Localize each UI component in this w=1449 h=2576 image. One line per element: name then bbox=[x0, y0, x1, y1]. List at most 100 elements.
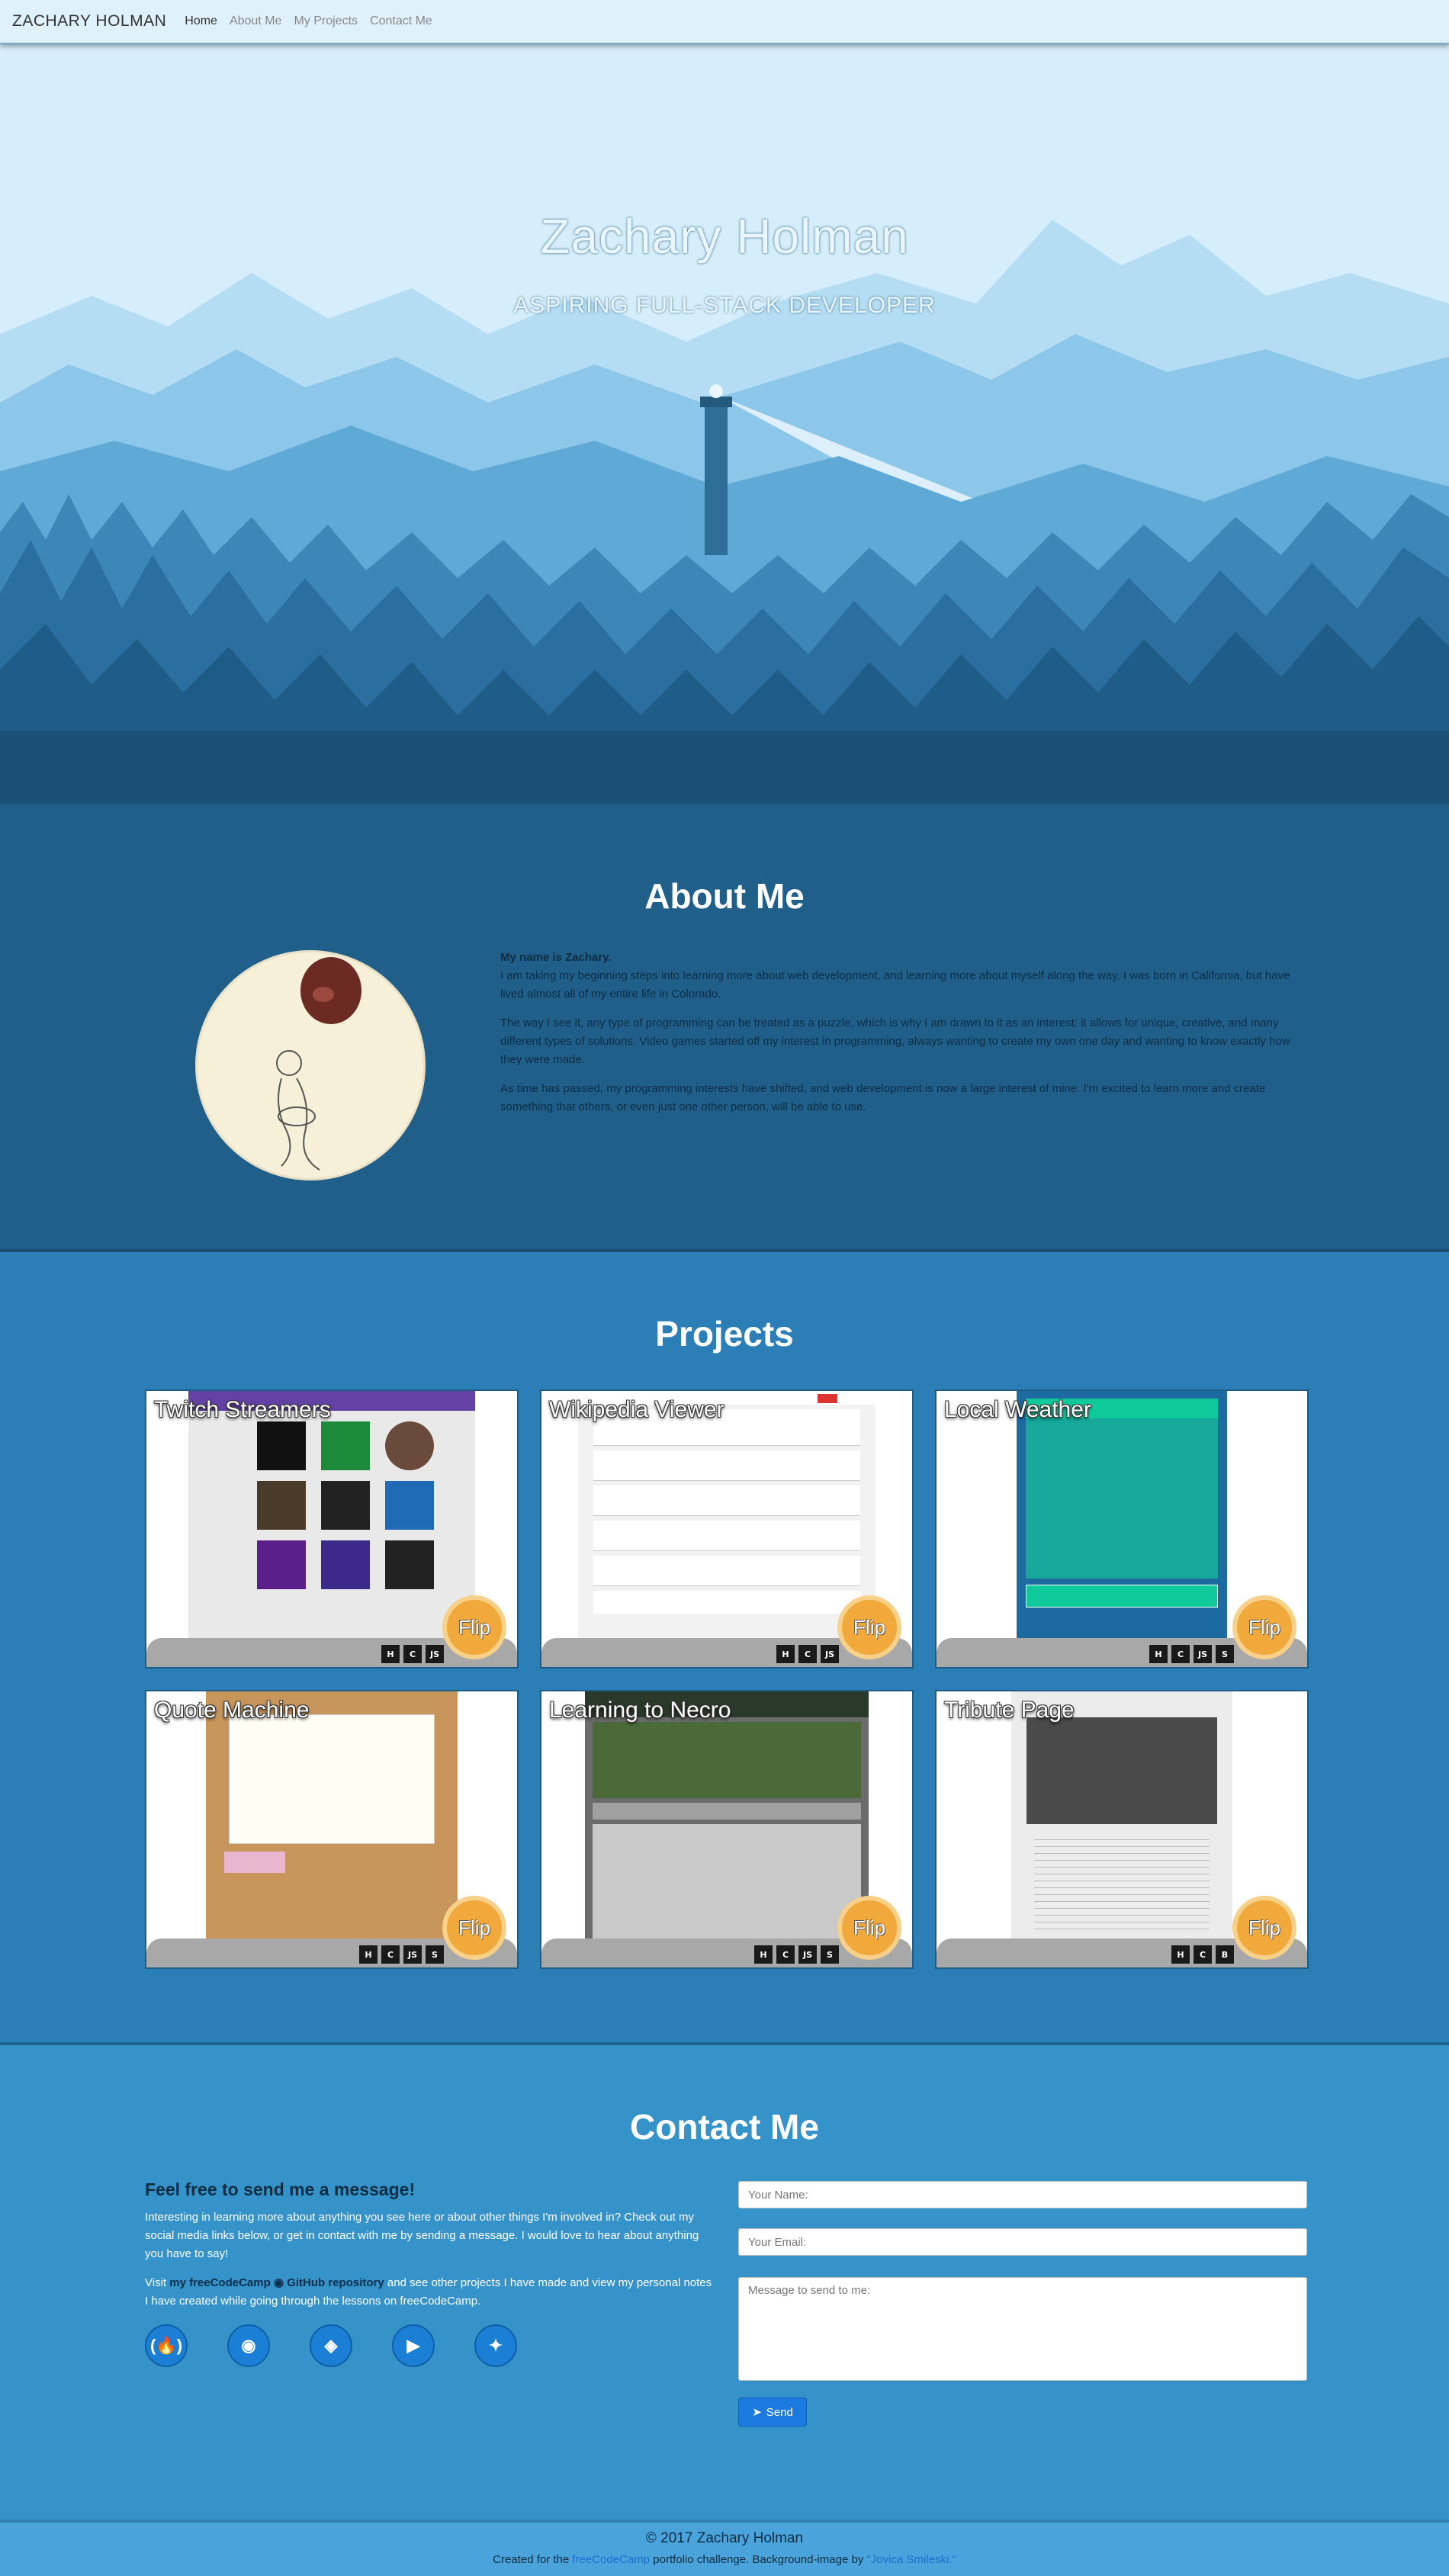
project-screenshot bbox=[585, 1691, 869, 1967]
css3-icon: C bbox=[381, 1945, 400, 1964]
social-links: (🔥) ◉ ◈ ▶ ✦ bbox=[145, 2324, 517, 2367]
github-icon[interactable]: ◉ bbox=[227, 2324, 270, 2367]
project-title: Learning to Necro bbox=[549, 1698, 731, 1723]
footer-credit-prefix: Created for the bbox=[493, 2553, 573, 2566]
footer-credit-mid: portfolio challenge. Background-image by bbox=[650, 2553, 867, 2566]
flip-button[interactable]: Flip bbox=[837, 1896, 901, 1960]
project-card-quote[interactable]: Quote Machine H C JS S Flip bbox=[145, 1690, 519, 1969]
sass-icon: S bbox=[1216, 1645, 1234, 1663]
projects-section: Projects Twitch Streamers H C JS Flip Wi… bbox=[0, 1252, 1449, 2045]
project-card-weather[interactable]: Local Weather H C JS S Flip bbox=[935, 1389, 1309, 1669]
javascript-icon: JS bbox=[403, 1945, 422, 1964]
footer-copyright: © 2017 Zachary Holman bbox=[645, 2530, 804, 2546]
about-para-2: The way I see it, any type of programmin… bbox=[500, 1017, 1290, 1066]
html5-icon: H bbox=[776, 1645, 795, 1663]
sass-icon: S bbox=[426, 1945, 444, 1964]
contact-para-1: Interesting in learning more about anyth… bbox=[145, 2211, 699, 2260]
youtube-icon[interactable]: ▶ bbox=[392, 2324, 435, 2367]
javascript-icon: JS bbox=[426, 1645, 444, 1663]
projects-heading: Projects bbox=[655, 1314, 794, 1354]
flip-button[interactable]: Flip bbox=[837, 1595, 901, 1659]
about-section: About Me My name is Zachary. I am taking … bbox=[0, 807, 1449, 1252]
footer: © 2017 Zachary Holman Created for the fr… bbox=[0, 2520, 1449, 2576]
about-para-1: I am taking my beginning steps into lear… bbox=[500, 969, 1290, 1001]
contact-section: Contact Me Feel free to send me a messag… bbox=[0, 2045, 1449, 2520]
project-title: Wikipedia Viewer bbox=[549, 1397, 724, 1422]
bootstrap-icon: B bbox=[1216, 1945, 1234, 1964]
html5-icon: H bbox=[381, 1645, 400, 1663]
send-button[interactable]: ➤ Send bbox=[738, 2398, 807, 2427]
tech-badges: H C B bbox=[1171, 1945, 1234, 1964]
about-heading: About Me bbox=[644, 876, 805, 916]
html5-icon: H bbox=[1171, 1945, 1190, 1964]
css3-icon: C bbox=[1171, 1645, 1190, 1663]
github-small-icon: ◉ bbox=[273, 2276, 284, 2289]
project-screenshot bbox=[578, 1391, 876, 1667]
flip-button[interactable]: Flip bbox=[1232, 1595, 1296, 1659]
footer-credit: Created for the freeCodeCamp portfolio c… bbox=[0, 2553, 1449, 2566]
about-text: My name is Zachary. I am taking my beginn… bbox=[500, 949, 1298, 1127]
hero-title: Zachary Holman bbox=[540, 209, 909, 264]
github-repo-link[interactable]: GitHub repository bbox=[287, 2276, 384, 2289]
name-field[interactable] bbox=[738, 2181, 1307, 2208]
project-title: Tribute Page bbox=[944, 1698, 1075, 1723]
send-icon: ➤ bbox=[752, 2406, 762, 2419]
javascript-icon: JS bbox=[798, 1945, 817, 1964]
twitter-icon[interactable]: ✦ bbox=[474, 2324, 517, 2367]
send-label: Send bbox=[766, 2405, 793, 2419]
project-title: Quote Machine bbox=[154, 1698, 310, 1723]
brand[interactable]: ZACHARY HOLMAN bbox=[12, 12, 166, 31]
hero-landscape-illustration bbox=[0, 220, 1449, 804]
hero-section: Zachary Holman ASPIRING FULL-STACK DEVEL… bbox=[0, 44, 1449, 807]
footer-artist-link[interactable]: "Jovica Smileski." bbox=[866, 2553, 956, 2566]
nav-home[interactable]: Home bbox=[185, 14, 217, 28]
about-name-line: My name is Zachary. bbox=[500, 951, 612, 964]
project-screenshot bbox=[206, 1691, 458, 1967]
project-title: Local Weather bbox=[944, 1397, 1091, 1422]
css3-icon: C bbox=[403, 1645, 422, 1663]
javascript-icon: JS bbox=[821, 1645, 839, 1663]
hero-subtitle: ASPIRING FULL-STACK DEVELOPER bbox=[513, 293, 936, 318]
avatar-illustration bbox=[276, 957, 361, 1171]
contact-para2-prefix: Visit bbox=[145, 2276, 170, 2289]
nav-about[interactable]: About Me bbox=[230, 14, 281, 28]
tech-badges: H C JS S bbox=[1149, 1645, 1234, 1663]
nav-contact[interactable]: Contact Me bbox=[370, 14, 432, 28]
codepen-icon[interactable]: ◈ bbox=[310, 2324, 352, 2367]
freecodecamp-link[interactable]: my freeCodeCamp bbox=[169, 2276, 271, 2289]
footer-fcc-link[interactable]: freeCodeCamp bbox=[572, 2553, 650, 2566]
html5-icon: H bbox=[359, 1945, 378, 1964]
tech-badges: H C JS bbox=[381, 1645, 444, 1663]
message-field[interactable] bbox=[738, 2277, 1307, 2381]
css3-icon: C bbox=[798, 1645, 817, 1663]
flip-button[interactable]: Flip bbox=[1232, 1896, 1296, 1960]
project-screenshot bbox=[1011, 1691, 1232, 1967]
css3-icon: C bbox=[776, 1945, 795, 1964]
html5-icon: H bbox=[1149, 1645, 1168, 1663]
about-para-3: As time has passed, my programming inter… bbox=[500, 1082, 1266, 1113]
css3-icon: C bbox=[1194, 1945, 1212, 1964]
nav-projects[interactable]: My Projects bbox=[294, 14, 358, 28]
flip-button[interactable]: Flip bbox=[442, 1595, 506, 1659]
contact-heading: Contact Me bbox=[630, 2107, 819, 2147]
project-card-wikipedia[interactable]: Wikipedia Viewer H C JS Flip bbox=[540, 1389, 914, 1669]
email-field[interactable] bbox=[738, 2228, 1307, 2256]
contact-text: Interesting in learning more about anyth… bbox=[145, 2208, 717, 2321]
project-card-necro[interactable]: Learning to Necro H C JS S Flip bbox=[540, 1690, 914, 1969]
tech-badges: H C JS S bbox=[754, 1945, 839, 1964]
project-title: Twitch Streamers bbox=[154, 1397, 331, 1422]
html5-icon: H bbox=[754, 1945, 773, 1964]
tech-badges: H C JS bbox=[776, 1645, 839, 1663]
javascript-icon: JS bbox=[1194, 1645, 1212, 1663]
sass-icon: S bbox=[821, 1945, 839, 1964]
tech-badges: H C JS S bbox=[359, 1945, 444, 1964]
navbar: ZACHARY HOLMAN Home About Me My Projects… bbox=[0, 0, 1449, 44]
freecodecamp-icon[interactable]: (🔥) bbox=[145, 2324, 188, 2367]
contact-lead: Feel free to send me a message! bbox=[145, 2179, 416, 2199]
project-card-tribute[interactable]: Tribute Page H C B Flip bbox=[935, 1690, 1309, 1969]
avatar bbox=[195, 950, 426, 1180]
project-card-twitch[interactable]: Twitch Streamers H C JS Flip bbox=[145, 1389, 519, 1669]
flip-button[interactable]: Flip bbox=[442, 1896, 506, 1960]
project-screenshot bbox=[1017, 1391, 1227, 1667]
project-screenshot bbox=[188, 1391, 475, 1667]
